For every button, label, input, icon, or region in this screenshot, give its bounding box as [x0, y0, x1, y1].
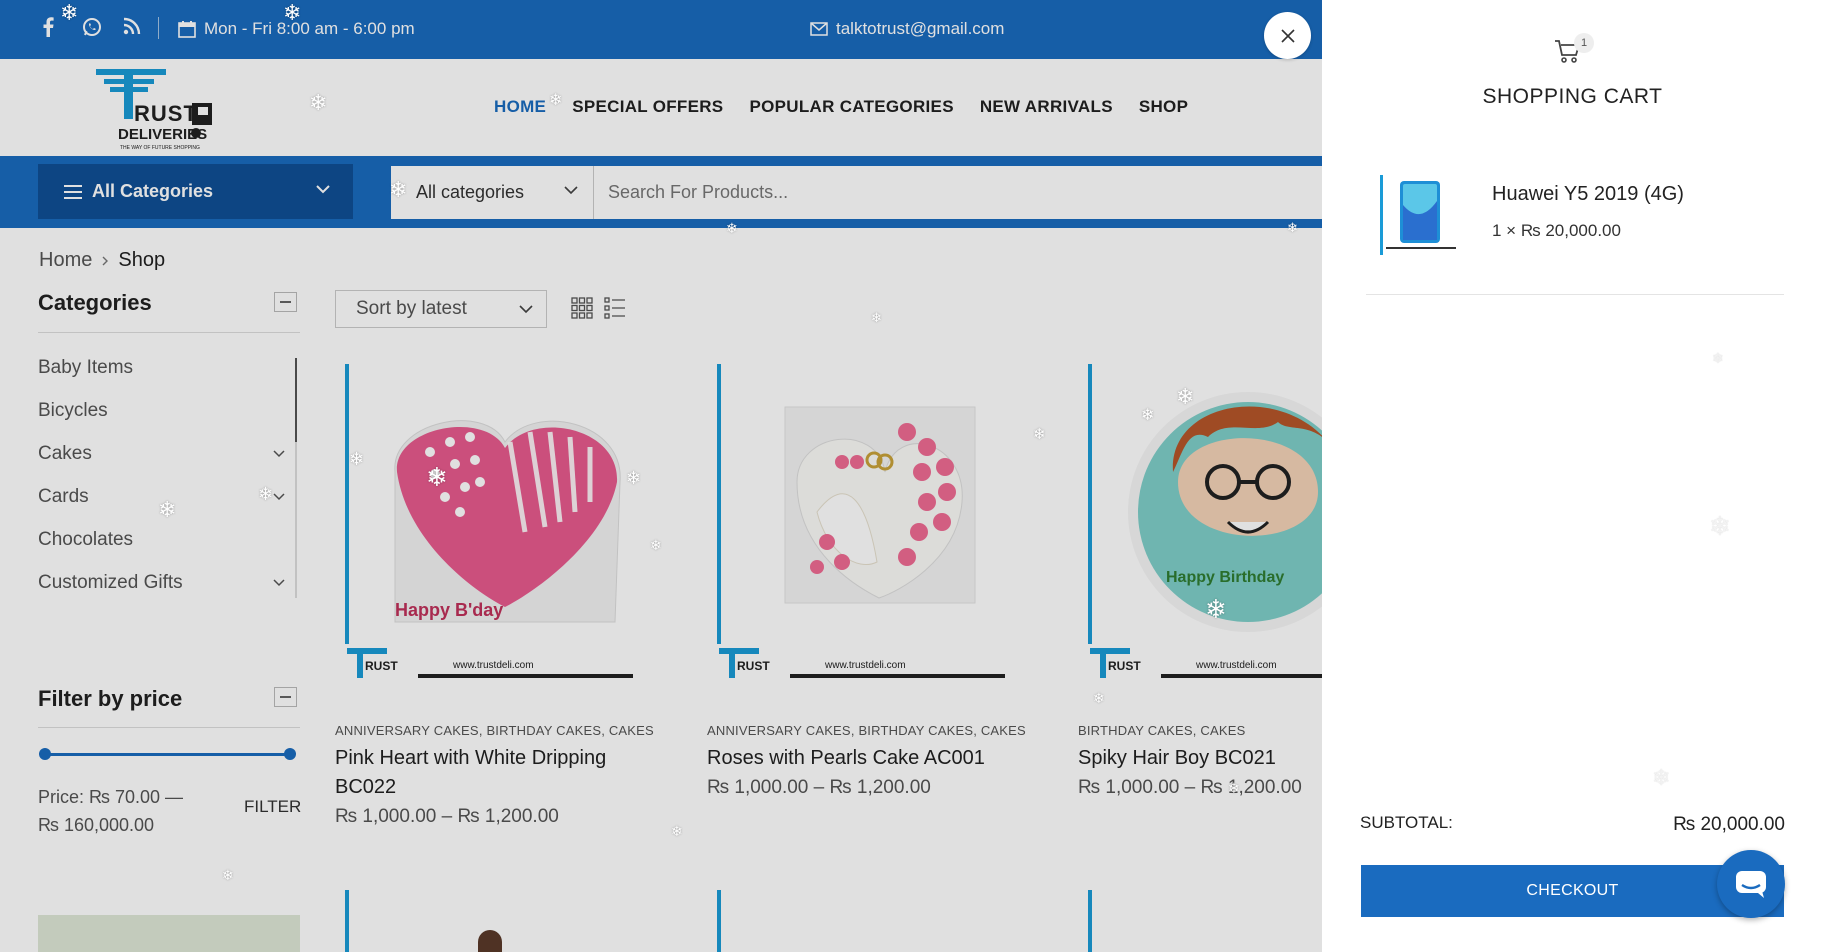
snowflake-icon: ❄: [389, 177, 408, 202]
snowflake-icon: ❄: [726, 220, 738, 236]
snowflake-icon: ❄: [283, 0, 302, 25]
snowflake-icon: ❄: [1709, 511, 1731, 541]
chat-icon: [1736, 871, 1766, 898]
close-icon: [1280, 28, 1295, 43]
snowflake-icon: ❄: [650, 537, 662, 553]
snowflake-icon: ❄: [1287, 220, 1298, 235]
shopping-cart-panel: 1 SHOPPING CART Huawei Y5 2019 (4G) 1 × …: [1322, 0, 1823, 952]
snowflake-icon: ❄: [309, 90, 328, 115]
snowflake-icon: ❄: [60, 0, 79, 25]
snowflake-icon: ❄: [549, 92, 563, 109]
divider: [1366, 294, 1784, 295]
chat-widget-button[interactable]: [1717, 850, 1785, 918]
snowflake-icon: ❄: [871, 310, 882, 325]
snowflake-icon: ❄: [258, 484, 274, 504]
snowflake-icon: ❄: [1228, 780, 1240, 796]
snowflake-icon: ❄: [626, 468, 642, 488]
snowflake-icon: ❄: [222, 867, 234, 883]
snowflake-icon: ❄: [1205, 594, 1227, 624]
snowflake-icon: ❄: [349, 449, 365, 469]
snowflake-icon: ❄: [1176, 384, 1195, 409]
checkout-label: CHECKOUT: [1526, 882, 1619, 899]
page: Mon - Fri 8:00 am - 6:00 pm talktotrust@…: [0, 0, 1823, 952]
snowflake-icon: ❄: [1093, 690, 1105, 706]
cart-title: SHOPPING CART: [1482, 85, 1663, 108]
cart-count-badge: 1: [1574, 33, 1594, 53]
snowflake-icon: ❄: [1033, 426, 1046, 443]
snowflake-icon: ❄: [1712, 350, 1724, 366]
snowflake-icon: ❄: [1141, 407, 1155, 424]
snowflake-icon: ❄: [158, 497, 177, 522]
cart-item-image[interactable]: [1378, 175, 1470, 267]
snowflake-icon: ❄: [671, 823, 683, 839]
cart-item-quantity: 1 × ₨ 20,000.00: [1492, 221, 1621, 240]
close-cart-button[interactable]: [1264, 12, 1311, 59]
subtotal-value: ₨ 20,000.00: [1673, 814, 1785, 835]
cart-item-name[interactable]: Huawei Y5 2019 (4G): [1492, 183, 1684, 206]
subtotal-label: SUBTOTAL:: [1360, 813, 1453, 832]
snowflake-icon: ❄: [426, 462, 448, 492]
snowflake-icon: ❄: [1652, 765, 1671, 790]
